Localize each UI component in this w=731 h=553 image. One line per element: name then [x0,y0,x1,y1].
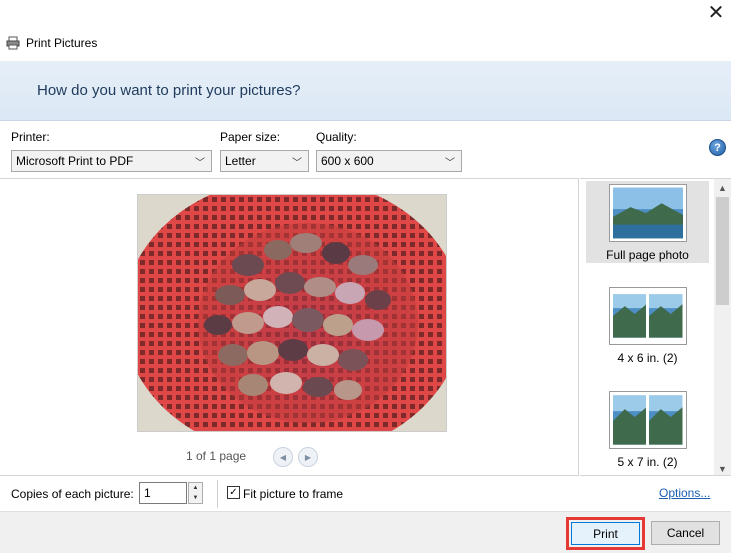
quality-select[interactable]: 600 x 600 ﹀ [316,150,462,172]
close-button[interactable]: ✕ [703,0,729,24]
instruction-banner: How do you want to print your pictures? [0,61,731,121]
window-title: Print Pictures [26,36,98,50]
quality-value: 600 x 600 [321,154,374,168]
printer-label: Printer: [11,130,50,144]
fit-picture-checkbox[interactable]: ✓ [227,486,240,499]
divider [217,480,218,508]
layout-scrollbar[interactable]: ▲ ▼ [714,179,731,475]
copies-stepper[interactable]: ▲ ▼ [188,482,203,504]
arrow-left-icon: ◀ [279,452,287,462]
banner-heading: How do you want to print your pictures? [37,82,301,99]
paper-size-group: Paper size: Letter ﹀ [220,130,309,172]
paper-size-select[interactable]: Letter ﹀ [220,150,309,172]
scrollbar-thumb[interactable] [716,197,729,305]
chevron-down-icon: ﹀ [292,157,302,169]
layout-item-4x6[interactable]: 4 x 6 in. (2) [586,287,709,369]
preview-pane: 1 of 1 page ◀ ▶ [0,178,579,476]
printer-select[interactable]: Microsoft Print to PDF ﹀ [11,150,212,172]
checkmark-icon: ✓ [229,487,238,498]
photo-image [138,195,446,431]
quality-label: Quality: [316,130,357,144]
printer-group: Printer: Microsoft Print to PDF ﹀ [11,130,212,172]
layout-item-5x7[interactable]: 5 x 7 in. (2) [586,391,709,475]
portrait-thumbnail-icon [612,294,646,338]
spin-up-icon[interactable]: ▲ [189,483,202,493]
layout-thumbnail [608,184,687,242]
scroll-down-icon[interactable]: ▼ [714,460,731,475]
print-button[interactable]: Print [571,522,640,545]
copies-input[interactable] [139,482,187,504]
fit-picture-label[interactable]: Fit picture to frame [243,487,343,501]
chevron-down-icon: ﹀ [445,157,455,169]
spin-down-icon[interactable]: ▼ [189,493,202,503]
portrait-thumbnail-icon [612,395,646,445]
options-link[interactable]: Options... [659,486,710,500]
paper-size-value: Letter [225,154,256,168]
chevron-down-icon: ﹀ [195,157,205,169]
printer-value: Microsoft Print to PDF [16,154,134,168]
paper-size-label: Paper size: [220,130,281,144]
page-count: 1 of 1 page [186,449,247,463]
layout-thumbnail [608,287,687,345]
help-icon[interactable]: ? [709,139,726,156]
portrait-thumbnail-icon [649,294,683,338]
arrow-right-icon: ▶ [304,452,312,462]
previous-page-button[interactable]: ◀ [273,447,293,467]
quality-group: Quality: 600 x 600 ﹀ [316,130,462,172]
cancel-button[interactable]: Cancel [651,521,720,545]
copies-label: Copies of each picture: [11,487,134,501]
landscape-thumbnail-icon [612,187,683,239]
layout-label: 5 x 7 in. (2) [617,455,678,469]
dialog-footer: Print Cancel [0,511,731,553]
title-bar: Print Pictures [0,28,731,58]
printer-icon [6,36,20,50]
layout-thumbnail [608,391,687,449]
options-row: Copies of each picture: ▲ ▼ ✓ Fit pictur… [0,478,731,510]
layout-label: 4 x 6 in. (2) [617,351,678,365]
photo-preview [137,194,447,432]
layout-item-full-page[interactable]: Full page photo [586,181,709,263]
scroll-up-icon[interactable]: ▲ [714,179,731,196]
layout-label: Full page photo [606,248,689,262]
layout-list: Full page photo 4 x 6 in. (2) 5 x 7 in. … [580,178,731,476]
next-page-button[interactable]: ▶ [298,447,318,467]
portrait-thumbnail-icon [649,395,683,445]
